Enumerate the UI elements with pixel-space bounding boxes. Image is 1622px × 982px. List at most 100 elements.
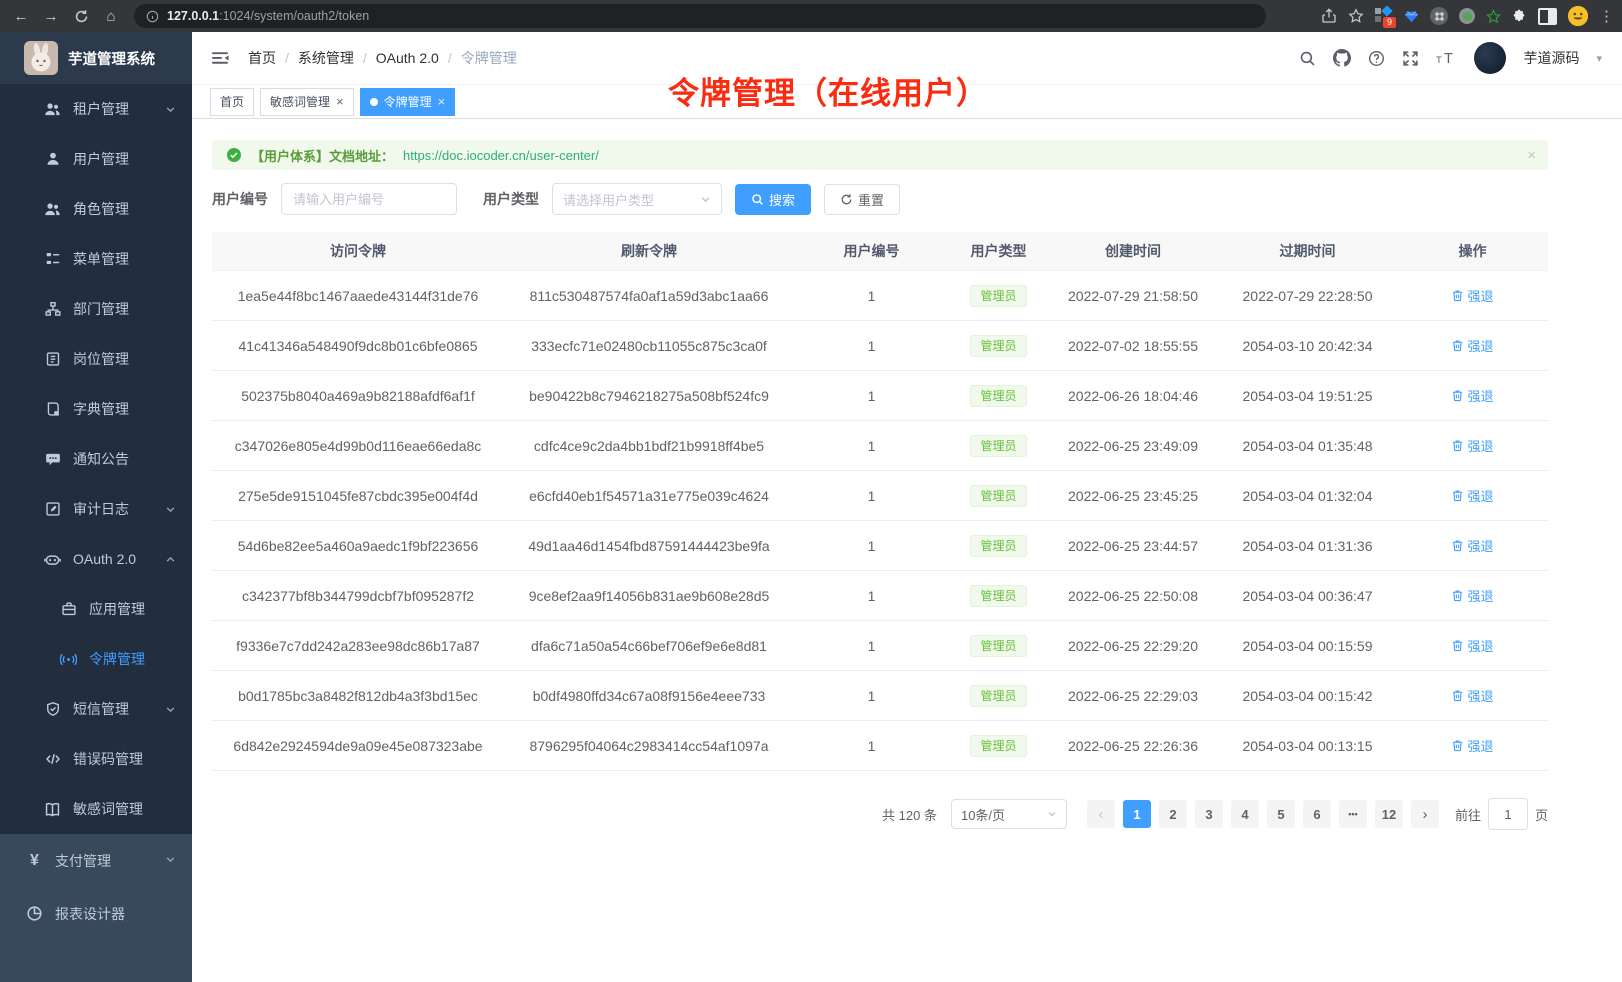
reset-button[interactable]: 重置 — [824, 184, 900, 215]
fullscreen-icon[interactable] — [1402, 50, 1419, 67]
annotation-title: 令牌管理（在线用户） — [668, 68, 988, 113]
tab-首页[interactable]: 首页 — [210, 88, 254, 116]
sms-shield-icon — [44, 701, 61, 718]
breadcrumb-item[interactable]: 首页 — [248, 48, 276, 68]
sidebar-item-短信管理[interactable]: 短信管理 — [0, 684, 192, 734]
sidebar-item-label: 错误码管理 — [73, 749, 143, 769]
sidebar-item-令牌管理[interactable]: 令牌管理 — [0, 634, 192, 684]
page-button-2[interactable]: 2 — [1159, 800, 1187, 828]
font-size-icon[interactable]: TT — [1436, 50, 1457, 66]
user-type-badge: 管理员 — [970, 485, 1026, 507]
refresh-token-cell: 333ecfc71e02480cb11055c875c3ca0f — [504, 321, 794, 371]
force-logout-button[interactable]: 强退 — [1451, 636, 1493, 655]
alert-doc-link[interactable]: https://doc.iocoder.cn/user-center/ — [403, 148, 599, 163]
page-button-6[interactable]: 6 — [1303, 800, 1331, 828]
sidebar-item-租户管理[interactable]: 租户管理 — [0, 84, 192, 134]
tab-令牌管理[interactable]: 令牌管理× — [360, 88, 456, 116]
site-info-icon[interactable] — [146, 10, 159, 23]
user-type-cell: 管理员 — [949, 671, 1048, 721]
breadcrumb-item[interactable]: 系统管理 — [298, 48, 354, 68]
user-id-cell: 1 — [794, 721, 949, 771]
expire-time-cell: 2054-03-04 00:15:42 — [1218, 671, 1397, 721]
next-page-button[interactable]: › — [1411, 800, 1439, 828]
sidebar-item-菜单管理[interactable]: 菜单管理 — [0, 234, 192, 284]
force-logout-button[interactable]: 强退 — [1451, 586, 1493, 605]
page-button-1[interactable]: 1 — [1123, 800, 1151, 828]
user-name[interactable]: 芋道源码 — [1523, 48, 1579, 68]
user-id-cell: 1 — [794, 371, 949, 421]
star-extension-icon[interactable] — [1486, 9, 1501, 24]
user-type-cell: 管理员 — [949, 571, 1048, 621]
expire-time-cell: 2054-03-04 01:32:04 — [1218, 471, 1397, 521]
sidebar-item-部门管理[interactable]: 部门管理 — [0, 284, 192, 334]
force-logout-button[interactable]: 强退 — [1451, 736, 1493, 755]
bookmark-star-icon[interactable] — [1348, 8, 1364, 24]
browser-reload-icon[interactable] — [68, 3, 94, 29]
goto-page: 前往 页 — [1455, 798, 1548, 830]
sidebar-item-用户管理[interactable]: 用户管理 — [0, 134, 192, 184]
sidebar-item-OAuth 2.0[interactable]: OAuth 2.0 — [0, 534, 192, 584]
dot-extension-icon[interactable] — [1459, 8, 1475, 24]
force-logout-button[interactable]: 强退 — [1451, 336, 1493, 355]
url-bar[interactable]: 127.0.0.1:1024/system/oauth2/token — [134, 4, 1266, 28]
github-icon[interactable] — [1333, 49, 1351, 67]
sidebar-fold-icon[interactable] — [210, 48, 230, 68]
org-chart-icon — [44, 301, 61, 318]
tab-敏感词管理[interactable]: 敏感词管理× — [260, 88, 354, 116]
sidebar-item-应用管理[interactable]: 应用管理 — [0, 584, 192, 634]
goto-page-input[interactable] — [1488, 798, 1528, 830]
sidebar-item-通知公告[interactable]: 通知公告 — [0, 434, 192, 484]
command-extension-icon[interactable] — [1430, 7, 1448, 25]
extensions-puzzle-icon[interactable] — [1512, 9, 1527, 24]
sidebar-item-敏感词管理[interactable]: 敏感词管理 — [0, 784, 192, 834]
force-logout-button[interactable]: 强退 — [1451, 686, 1493, 705]
chevron-up-icon — [165, 554, 176, 565]
force-logout-button[interactable]: 强退 — [1451, 286, 1493, 305]
search-icon[interactable] — [1299, 50, 1316, 67]
sidebar-item-岗位管理[interactable]: 岗位管理 — [0, 334, 192, 384]
force-logout-button[interactable]: 强退 — [1451, 486, 1493, 505]
force-logout-button[interactable]: 强退 — [1451, 386, 1493, 405]
gem-extension-icon[interactable] — [1404, 9, 1419, 24]
goto-suffix: 页 — [1535, 805, 1548, 824]
page-button-4[interactable]: 4 — [1231, 800, 1259, 828]
chevron-down-icon[interactable]: ▾ — [1596, 52, 1602, 65]
page-button-5[interactable]: 5 — [1267, 800, 1295, 828]
browser-menu-icon[interactable]: ⋮ — [1599, 7, 1614, 25]
sidebar-item-支付管理[interactable]: ¥支付管理 — [0, 834, 192, 887]
search-button[interactable]: 搜索 — [735, 184, 811, 215]
extension-blocker-icon[interactable]: 9 — [1375, 7, 1393, 25]
force-logout-button[interactable]: 强退 — [1451, 536, 1493, 555]
browser-back-icon[interactable]: ← — [8, 3, 34, 29]
sidebar-item-审计日志[interactable]: 审计日志 — [0, 484, 192, 534]
browser-home-icon[interactable]: ⌂ — [98, 3, 124, 29]
page-button-3[interactable]: 3 — [1195, 800, 1223, 828]
user-type-badge: 管理员 — [970, 635, 1026, 657]
page-size-select[interactable]: 10条/页 — [951, 799, 1067, 829]
split-view-icon[interactable] — [1538, 8, 1557, 25]
page-ellipsis[interactable]: ••• — [1339, 800, 1367, 828]
browser-actions: 9 ⋮ — [1321, 6, 1614, 26]
tab-close-icon[interactable]: × — [438, 94, 446, 109]
refresh-token-cell: be90422b8c7946218275a508bf524fc9 — [504, 371, 794, 421]
sidebar-item-错误码管理[interactable]: 错误码管理 — [0, 734, 192, 784]
browser-forward-icon[interactable]: → — [38, 3, 64, 29]
page-button-12[interactable]: 12 — [1375, 800, 1403, 828]
notice-bubble-icon — [44, 451, 61, 468]
tab-close-icon[interactable]: × — [336, 94, 344, 109]
user-type-select[interactable]: 请选择用户类型 — [552, 183, 722, 215]
sidebar-item-角色管理[interactable]: 角色管理 — [0, 184, 192, 234]
share-icon[interactable] — [1321, 8, 1337, 24]
table-row: b0d1785bc3a8482f812db4a3f3bd15ecb0df4980… — [212, 671, 1548, 721]
refresh-token-cell: 8796295f04064c2983414cc54af1097a — [504, 721, 794, 771]
user-avatar[interactable] — [1474, 42, 1506, 74]
force-logout-button[interactable]: 强退 — [1451, 436, 1493, 455]
sidebar-item-报表设计器[interactable]: 报表设计器 — [0, 887, 192, 940]
help-icon[interactable] — [1368, 50, 1385, 67]
sidebar: 芋道管理系统 租户管理用户管理角色管理菜单管理部门管理岗位管理字典管理通知公告审… — [0, 32, 192, 982]
profile-avatar-icon[interactable] — [1568, 6, 1588, 26]
alert-close-icon[interactable]: × — [1527, 147, 1536, 164]
breadcrumb-item[interactable]: OAuth 2.0 — [376, 50, 439, 66]
sidebar-item-字典管理[interactable]: 字典管理 — [0, 384, 192, 434]
user-id-input[interactable] — [281, 183, 457, 215]
